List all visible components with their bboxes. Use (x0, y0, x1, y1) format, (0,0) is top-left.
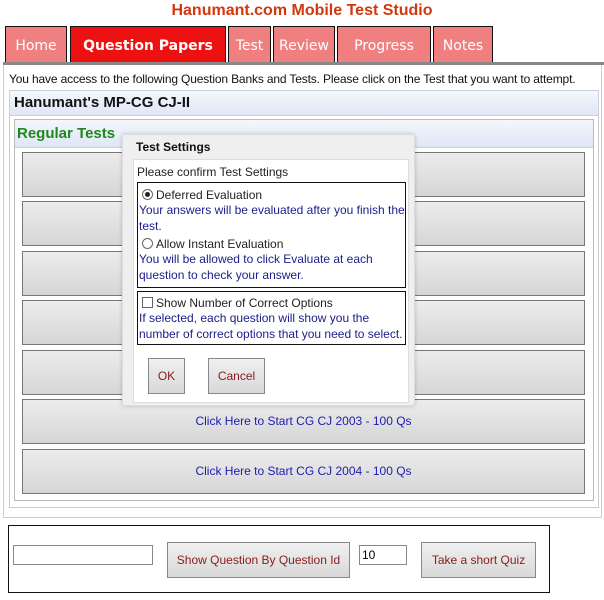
instant-evaluation-desc: You will be allowed to click Evaluate at… (139, 252, 373, 282)
tab-notes[interactable]: Notes (433, 26, 493, 64)
quiz-count-input[interactable] (359, 545, 407, 565)
evaluation-mode-group: Deferred Evaluation Your answers will be… (137, 182, 406, 288)
test-settings-dialog: Test Settings Please confirm Test Settin… (122, 134, 415, 406)
show-correct-options-option[interactable]: Show Number of Correct Options (142, 295, 405, 310)
intro-text: You have access to the following Questio… (9, 72, 576, 86)
instant-evaluation-option[interactable]: Allow Instant Evaluation (142, 236, 405, 251)
tab-test[interactable]: Test (228, 26, 271, 64)
cancel-button[interactable]: Cancel (208, 358, 265, 394)
instant-evaluation-label: Allow Instant Evaluation (156, 236, 284, 251)
deferred-evaluation-radio[interactable] (142, 189, 153, 200)
show-correct-options-label: Show Number of Correct Options (156, 295, 333, 310)
quiz-toolbar: Show Question By Question Id Take a shor… (8, 525, 550, 593)
question-bank-title: Hanumant's MP-CG CJ-II (9, 90, 599, 116)
tab-progress[interactable]: Progress (337, 26, 431, 64)
ok-button[interactable]: OK (148, 358, 185, 394)
deferred-evaluation-desc: Your answers will be evaluated after you… (139, 203, 405, 233)
site-title: Hanumant.com Mobile Test Studio (171, 2, 433, 19)
tab-home[interactable]: Home (5, 26, 67, 64)
tab-question-papers[interactable]: Question Papers (70, 26, 226, 64)
show-correct-options-desc: If selected, each question will show you… (139, 311, 403, 341)
show-correct-options-group: Show Number of Correct Options If select… (137, 291, 406, 345)
show-correct-options-checkbox[interactable] (142, 297, 153, 308)
tab-review[interactable]: Review (273, 26, 335, 64)
deferred-evaluation-label: Deferred Evaluation (156, 187, 263, 202)
dialog-body: Please confirm Test Settings Deferred Ev… (133, 159, 409, 403)
show-question-by-id-button[interactable]: Show Question By Question Id (167, 542, 350, 578)
take-short-quiz-button[interactable]: Take a short Quiz (421, 542, 536, 578)
start-test-cg-cj-2004-button[interactable]: Click Here to Start CG CJ 2004 - 100 Qs (22, 449, 585, 494)
deferred-evaluation-option[interactable]: Deferred Evaluation (142, 187, 405, 202)
question-id-input[interactable] (13, 545, 153, 565)
dialog-title: Test Settings (136, 140, 211, 154)
instant-evaluation-radio[interactable] (142, 238, 153, 249)
dialog-subtitle: Please confirm Test Settings (137, 165, 289, 179)
